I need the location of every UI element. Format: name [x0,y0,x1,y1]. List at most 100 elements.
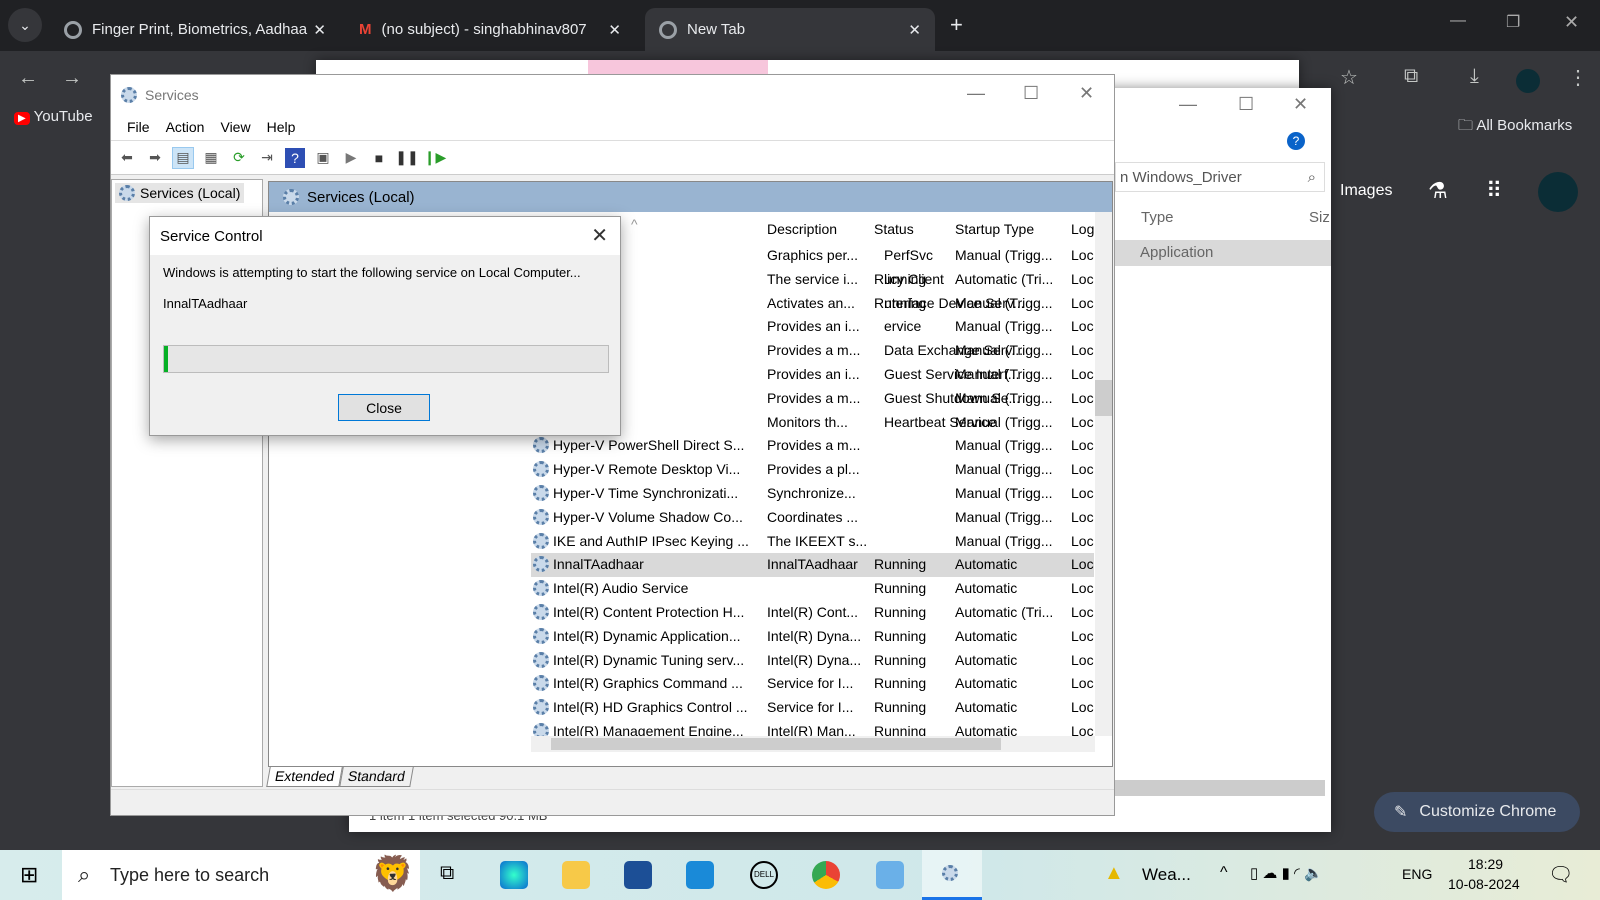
scroll-thumb[interactable] [551,738,1001,750]
tab-extended[interactable]: Extended [266,767,343,787]
clock-date[interactable]: 10-08-2024 [1448,876,1520,892]
close-tab-icon[interactable]: ✕ [908,21,921,39]
menu-file[interactable]: File [119,115,158,140]
bookmark-youtube[interactable]: ▶ YouTube [14,108,93,148]
close-button[interactable]: Close [338,394,430,421]
horizontal-scrollbar[interactable] [531,736,1095,752]
close-tab-icon[interactable]: ✕ [313,21,326,39]
account-avatar[interactable] [1538,172,1578,212]
service-row[interactable]: Hyper-V Volume Shadow Co... Coordinates .… [531,506,1094,530]
service-gear-icon [533,485,549,501]
menu-action[interactable]: Action [158,115,213,140]
task-view-icon[interactable]: ⧉ [440,862,454,885]
back-icon[interactable]: ⬅ [117,148,137,168]
back-icon[interactable]: ← [18,67,38,90]
service-row[interactable]: Intel(R) Dynamic Application... Intel(R) … [531,625,1094,649]
refresh-icon[interactable]: ⟳ [229,148,249,168]
remote-desktop-icon[interactable] [876,861,904,889]
scroll-thumb[interactable] [1095,380,1112,416]
tab-new-tab[interactable]: New Tab ✕ [645,8,935,51]
column-description[interactable]: Description [767,221,837,237]
mail-icon[interactable] [686,861,714,889]
close-button[interactable]: ✕ [1079,83,1094,104]
service-row[interactable]: Hyper-V Time Synchronizati... Synchronize… [531,482,1094,506]
service-row[interactable]: Intel(R) HD Graphics Control ... Service … [531,696,1094,720]
windows-start-icon[interactable]: ⊞ [20,862,38,888]
start-service-icon[interactable]: ▶ [341,148,361,168]
tab-gmail[interactable]: M (no subject) - singhabhinav807 ✕ [345,8,635,51]
properties-icon[interactable]: ▦ [201,148,221,168]
service-name: Hyper-V Volume Shadow Co... [553,508,743,525]
column-type[interactable]: Type [1141,209,1174,226]
dialog-close-icon[interactable]: ✕ [591,223,608,248]
service-row[interactable]: InnalTAadhaar InnalTAadhaar Running Automat… [531,553,1094,578]
taskbar-search[interactable]: ⌕ Type here to search 🦁 [62,850,420,900]
all-bookmarks[interactable]: 🗀 All Bookmarks [1458,115,1572,140]
notifications-icon[interactable]: 🗨 [1548,862,1573,887]
service-row[interactable]: Intel(R) Audio Service Running Automatic Lo… [531,577,1094,601]
weather-text[interactable]: Wea... [1142,865,1191,885]
service-row[interactable]: IKE and AuthIP IPsec Keying ... The IKEEX… [531,530,1094,554]
service-row[interactable]: Hyper-V Remote Desktop Vi... Provides a p… [531,458,1094,482]
restore-button[interactable]: ❐ [1506,12,1520,32]
images-link[interactable]: Images [1340,182,1392,200]
minimize-button[interactable]: — [1179,94,1197,115]
service-description: InnalTAadhaar [767,556,858,573]
close-button[interactable]: ✕ [1293,94,1308,115]
service-row[interactable]: Intel(R) Graphics Command ... Service for… [531,672,1094,696]
tree-item-services-local[interactable]: Services (Local) [115,183,245,203]
service-row[interactable]: Intel(R) Content Protection H... Intel(R)… [531,601,1094,625]
maximize-button[interactable]: ☐ [1023,83,1039,104]
pause-service-icon[interactable]: ❚❚ [395,148,418,168]
download-icon[interactable]: ⤓ [1470,65,1479,88]
apps-grid-icon[interactable]: ⠿ [1486,178,1502,204]
view-icon[interactable]: ▣ [313,148,333,168]
new-tab-button[interactable]: + [950,12,963,38]
close-window-button[interactable]: ✕ [1564,12,1579,33]
tab-standard[interactable]: Standard [339,767,414,787]
clock-time[interactable]: 18:29 [1468,856,1503,872]
weather-icon[interactable]: ▲ [1104,862,1124,885]
vertical-scrollbar[interactable] [1095,212,1112,736]
column-size[interactable]: Siz [1309,209,1330,226]
tab-finger-print[interactable]: Finger Print, Biometrics, Aadhaa ✕ [50,8,340,51]
file-explorer-icon[interactable] [562,861,590,889]
file-row[interactable]: Application [1115,240,1331,266]
services-taskbar-button[interactable] [922,850,982,900]
column-status[interactable]: Status [874,221,914,237]
microsoft-store-icon[interactable] [624,861,652,889]
stop-service-icon[interactable]: ■ [369,148,389,168]
help-icon[interactable]: ? [1287,132,1305,150]
bookmark-star-icon[interactable]: ☆ [1340,65,1358,90]
customize-chrome-button[interactable]: ✎ Customize Chrome [1374,792,1580,832]
menu-help[interactable]: Help [259,115,304,140]
show-hidden-icons[interactable]: ^ [1220,864,1228,882]
minimize-button[interactable]: — [967,83,985,104]
forward-icon[interactable]: ➡ [145,148,165,168]
tab-search-button[interactable]: ⌄ [8,8,42,42]
service-row[interactable]: Intel(R) Dynamic Tuning serv... Intel(R) … [531,649,1094,673]
service-row[interactable]: Hyper-V PowerShell Direct S... Provides a… [531,434,1094,458]
labs-icon[interactable]: ⚗ [1428,178,1448,204]
extensions-icon[interactable]: ⧉ [1404,65,1418,88]
restart-service-icon[interactable]: ❙▶ [424,148,447,168]
horizontal-scrollbar[interactable] [1115,780,1325,796]
help-icon[interactable]: ? [285,147,305,168]
show-hide-console-tree-icon[interactable]: ▤ [172,146,194,169]
profile-avatar[interactable] [1516,69,1540,93]
forward-icon[interactable]: → [62,67,82,90]
language-indicator[interactable]: ENG [1402,866,1432,882]
close-tab-icon[interactable]: ✕ [608,21,621,39]
menu-view[interactable]: View [212,115,258,140]
menu-icon[interactable]: ⋮ [1568,65,1588,90]
edge-icon[interactable] [500,861,528,889]
export-list-icon[interactable]: ⇥ [257,148,277,168]
dell-icon[interactable]: DELL [750,861,778,889]
search-input[interactable]: n Windows_Driver ⌕ [1115,162,1325,192]
chrome-icon[interactable] [812,861,840,889]
minimize-button[interactable]: — [1450,12,1466,30]
column-log-on-as[interactable]: Log [1071,221,1094,237]
tray-icons[interactable]: ▯ ☁ ▮ ◜ 🔈 [1250,864,1323,882]
column-startup-type[interactable]: Startup Type [955,221,1034,237]
maximize-button[interactable]: ☐ [1238,94,1254,115]
